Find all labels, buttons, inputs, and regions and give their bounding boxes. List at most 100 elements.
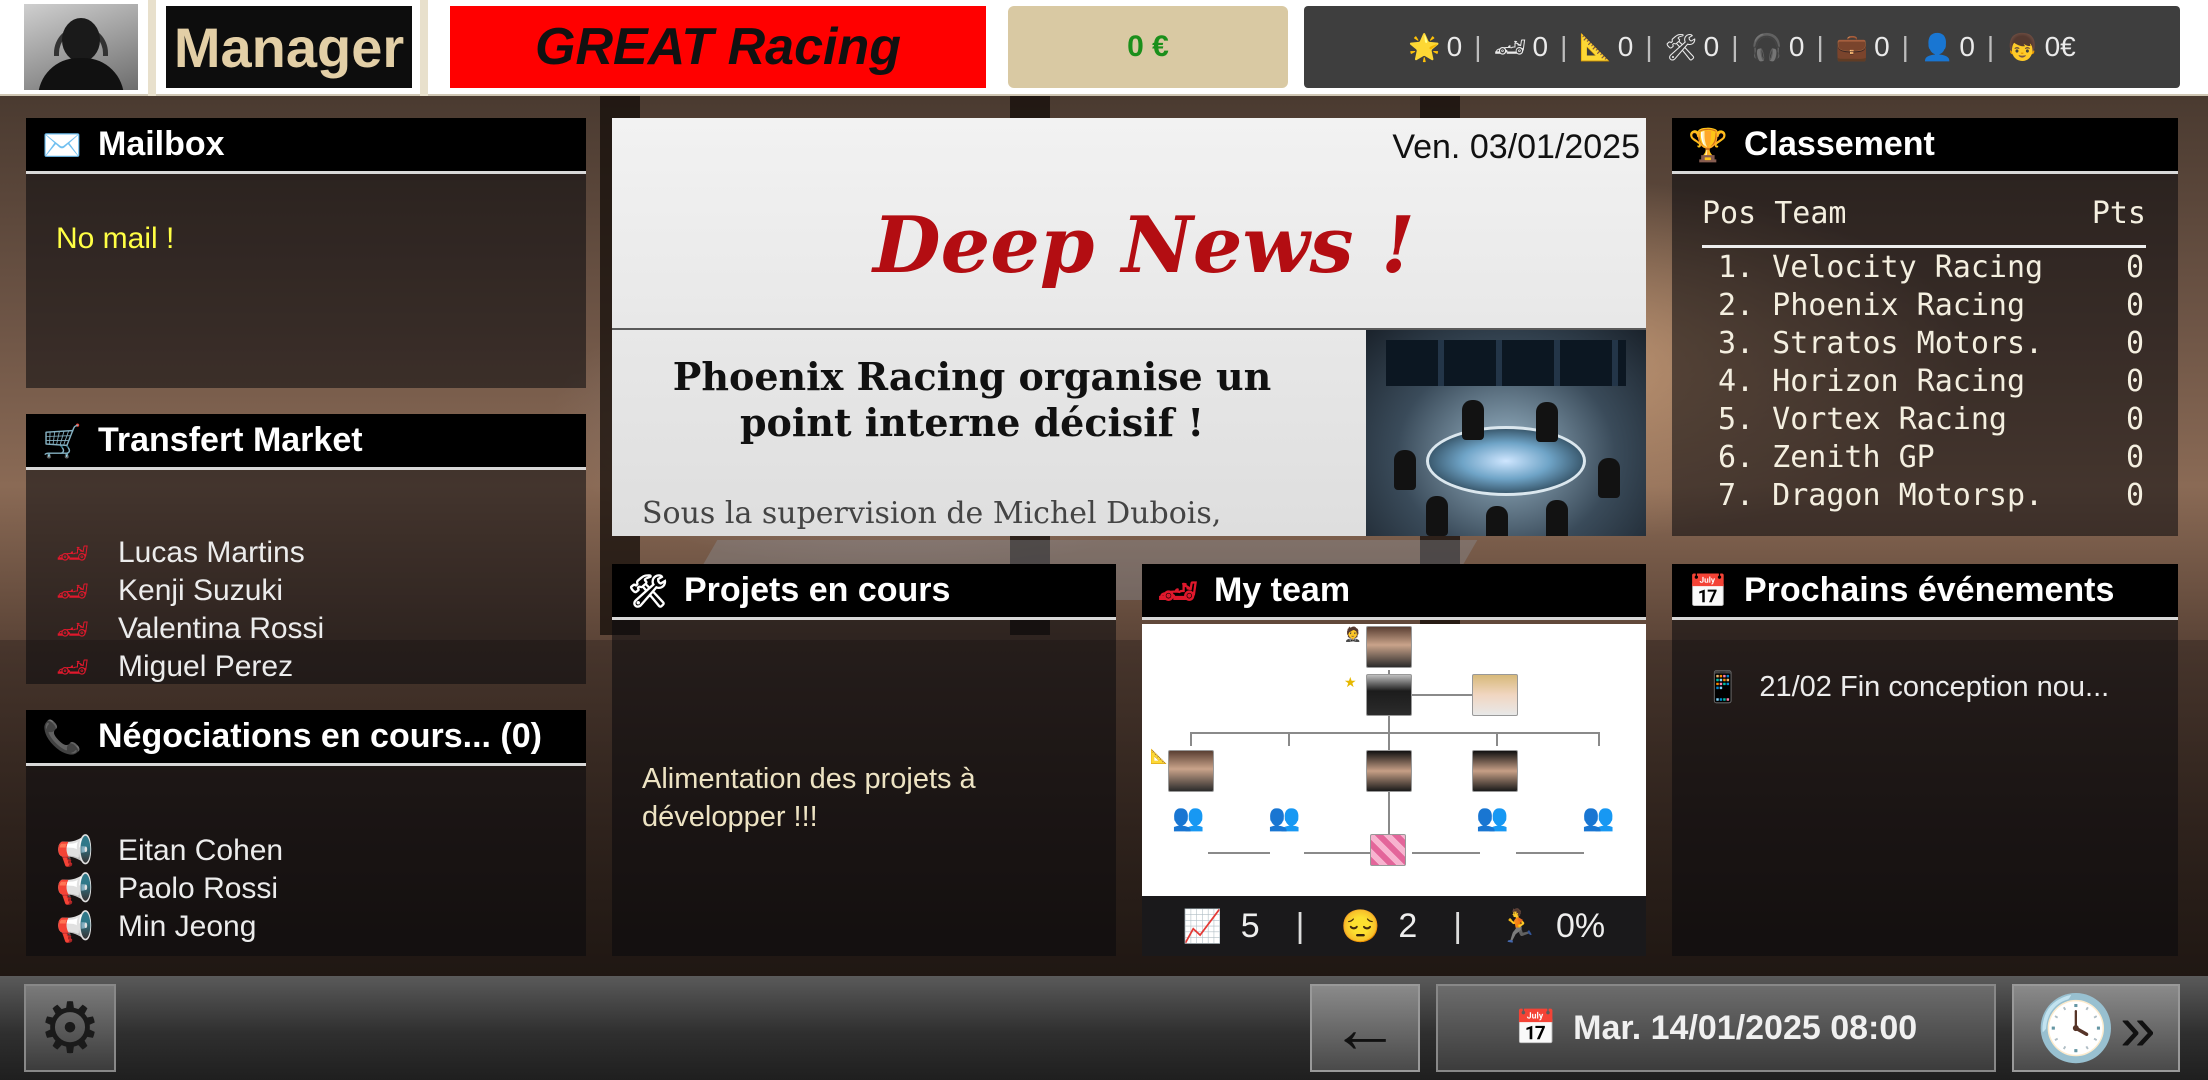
- points-cell: 0: [2125, 287, 2144, 323]
- org-line: [1412, 694, 1472, 696]
- back-button[interactable]: ←: [1310, 984, 1420, 1072]
- trophy-icon: 🏆: [1688, 126, 1728, 163]
- ranking-table: Pos Team Pts 1. Velocity Racing 0 2. Phoe…: [1702, 196, 2146, 514]
- org-line: [1190, 732, 1600, 734]
- news-panel[interactable]: Ven. 03/01/2025 Deep News ! Phoenix Raci…: [612, 118, 1646, 536]
- stat-staff-cost[interactable]: 👦 0€: [2006, 31, 2076, 63]
- settings-button[interactable]: ⚙: [24, 984, 116, 1072]
- race-car-icon: 🏎: [56, 537, 90, 568]
- staff-group-icon[interactable]: 👥: [1268, 802, 1300, 833]
- transfer-market-panel: 🛒 Transfert Market 🏎 Lucas Martins 🏎 Kenji…: [26, 414, 586, 684]
- stat-design[interactable]: 📐 0: [1579, 31, 1633, 63]
- org-line: [1496, 732, 1498, 746]
- mechanic-portrait[interactable]: [1472, 750, 1518, 792]
- calendar-icon: 📅: [1514, 1009, 1558, 1047]
- list-item[interactable]: 🏎 Kenji Suzuki: [56, 572, 324, 610]
- separator: |: [1645, 31, 1653, 62]
- list-item[interactable]: 📢 Min Jeong: [56, 908, 283, 946]
- assistant-portrait[interactable]: [1472, 674, 1518, 716]
- arrow-left-icon: ←: [1330, 989, 1400, 1067]
- stat-contracts[interactable]: 💼 0: [1836, 31, 1890, 63]
- points-cell: 0: [2125, 401, 2144, 437]
- team-director-portrait[interactable]: [1366, 626, 1412, 668]
- megaphone-icon: 📢: [56, 910, 94, 944]
- org-line: [1412, 852, 1480, 854]
- list-item[interactable]: 📱 21/02 Fin conception nou...: [1704, 670, 2109, 705]
- stat-people[interactable]: 👤 0: [1921, 31, 1975, 63]
- table-row: 7. Dragon Motorsp. 0: [1702, 476, 2146, 514]
- ranking-panel[interactable]: 🏆 Classement Pos Team Pts 1. Velocity Ra…: [1672, 118, 2178, 536]
- stat-cars[interactable]: 🏎 0: [1494, 31, 1549, 63]
- separator: |: [1453, 906, 1463, 945]
- performance-value: 5: [1240, 906, 1260, 945]
- race-car-icon: 🏎: [1493, 31, 1527, 62]
- panel-title: Négociations en cours... (0): [98, 717, 542, 755]
- staff-group-icon[interactable]: 👥: [1582, 802, 1614, 833]
- stat-value: 0: [1788, 31, 1805, 62]
- stat-value: 0: [1874, 31, 1890, 62]
- table-row: 4. Horizon Racing 0: [1702, 362, 2146, 400]
- org-line: [1304, 852, 1372, 854]
- separator: |: [1986, 31, 1995, 62]
- briefcase-icon: 💼: [1835, 31, 1869, 62]
- current-datetime: Mar. 14/01/2025 08:00: [1573, 1008, 1918, 1047]
- separator: |: [1901, 31, 1909, 62]
- avatar-shoulders: [38, 58, 124, 90]
- market-title-bar[interactable]: 🛒 Transfert Market: [26, 414, 586, 470]
- points-cell: 0: [2125, 363, 2144, 399]
- list-item[interactable]: 🏎 Miguel Perez: [56, 648, 324, 684]
- team-summary-bar: 📈 5 | 😔 2 | 🏃 0%: [1142, 896, 1646, 956]
- event-text: 21/02 Fin conception nou...: [1759, 671, 2110, 703]
- list-item[interactable]: 📢 Eitan Cohen: [56, 832, 283, 870]
- table-row: 5. Vortex Racing 0: [1702, 400, 2146, 438]
- projects-panel[interactable]: 🛠 Projets en cours Alimentation des proj…: [612, 564, 1116, 956]
- stat-engineers[interactable]: 🎧 0: [1750, 31, 1804, 63]
- team-name[interactable]: GREAT Racing: [450, 6, 986, 88]
- current-date-button[interactable]: 📅 Mar. 14/01/2025 08:00: [1436, 984, 1996, 1072]
- stat-stars[interactable]: 🌟 0: [1408, 31, 1462, 63]
- meeting-table: [1426, 426, 1586, 496]
- race-car-icon: 🏎: [56, 575, 90, 606]
- ranking-title-bar: 🏆 Classement: [1672, 118, 2178, 174]
- person-icon: 👤: [1920, 31, 1954, 62]
- pensive-face-icon: 😔: [1340, 908, 1381, 944]
- table-row: 2. Phoenix Racing 0: [1702, 286, 2146, 324]
- team-cell: 4. Horizon Racing: [1718, 363, 2026, 399]
- points-cell: 0: [2125, 249, 2144, 285]
- news-date: Ven. 03/01/2025: [1392, 128, 1640, 166]
- envelope-icon: ✉️: [42, 126, 82, 163]
- stat-tools[interactable]: 🛠 0: [1665, 31, 1720, 63]
- events-panel[interactable]: 📅 Prochains événements 📱 21/02 Fin conce…: [1672, 564, 2178, 956]
- list-item[interactable]: 📢 Paolo Rossi: [56, 870, 283, 908]
- manager-avatar[interactable]: [24, 4, 138, 90]
- car-livery-icon[interactable]: [1370, 834, 1406, 866]
- manager-portrait[interactable]: [1366, 674, 1412, 716]
- panel-title: Projets en cours: [684, 571, 951, 609]
- mailbox-panel[interactable]: ✉️ Mailbox No mail !: [26, 118, 586, 388]
- ranking-header: Pos Team Pts: [1702, 196, 2146, 248]
- panel-title: Prochains événements: [1744, 571, 2115, 609]
- my-team-title-bar: 🏎 My team: [1142, 564, 1646, 620]
- list-item[interactable]: 🏎 Lucas Martins: [56, 534, 324, 572]
- designer-portrait[interactable]: [1168, 750, 1214, 792]
- money-display[interactable]: 0 €: [1008, 6, 1288, 88]
- panel-title: My team: [1214, 571, 1351, 609]
- fast-forward-icon: »: [2120, 992, 2156, 1064]
- divider: [148, 0, 156, 96]
- person-figure: [1486, 506, 1508, 536]
- staff-group-icon[interactable]: 👥: [1172, 802, 1204, 833]
- staff-group-icon[interactable]: 👥: [1476, 802, 1508, 833]
- list-item[interactable]: 🏎 Valentina Rossi: [56, 610, 324, 648]
- advance-time-button[interactable]: 🕓»: [2012, 984, 2180, 1072]
- stats-bar: 🌟 0 | 🏎 0 | 📐 0 | 🛠 0 | 🎧 0 | 💼 0 | 👤 0 | 👦 0€: [1304, 6, 2180, 88]
- negotiations-title-bar[interactable]: 📞 Négociations en cours... (0): [26, 710, 586, 766]
- set-square-icon: 📐: [1579, 31, 1612, 62]
- my-team-panel[interactable]: 🏎 My team 🤵 ★ 📐 👥 👥 👥 👥 📈 5 | 😔 2 | 🏃 0%: [1142, 564, 1646, 956]
- negotiation-name: Paolo Rossi: [118, 872, 279, 905]
- monitor-wall: [1386, 340, 1626, 386]
- table-row: 3. Stratos Motors. 0: [1702, 324, 2146, 362]
- engineer-portrait[interactable]: [1366, 750, 1412, 792]
- avatar-head: [62, 18, 100, 62]
- team-cell: 7. Dragon Motorsp.: [1718, 477, 2044, 513]
- stat-value: 0: [1959, 31, 1975, 62]
